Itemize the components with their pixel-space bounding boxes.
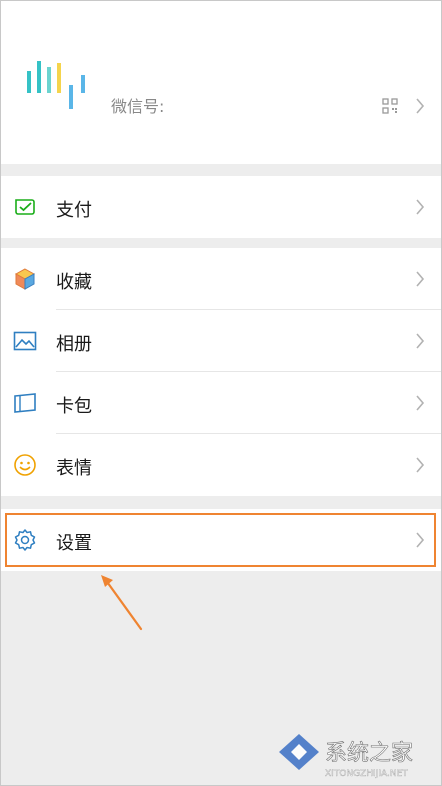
card-icon [14,393,36,413]
main-section: 收藏 相册 卡包 表情 [1,248,441,496]
photo-icon [13,331,37,351]
profile-header[interactable]: 微信号: [1,1,441,164]
chevron-right-icon [415,456,425,478]
annotation-arrow [101,575,143,631]
chevron-right-icon [415,332,425,354]
menu-item-pay[interactable]: 支付 [1,176,441,238]
site-watermark: 系统之家 XITONGZHIJIA.NET [279,734,413,779]
menu-item-label: 收藏 [56,272,92,293]
qr-code-icon[interactable] [382,98,398,114]
menu-item-label: 卡包 [56,396,92,417]
chevron-right-icon [415,270,425,292]
pay-section: 支付 [1,176,441,238]
watermark-cn: 系统之家 [325,741,413,766]
chevron-right-icon [415,198,425,220]
wechat-id-label: 微信号: [111,97,165,116]
menu-item-stickers[interactable]: 表情 [1,434,441,496]
chevron-right-icon [415,97,425,119]
cube-icon [14,268,36,290]
settings-highlight-box [5,513,436,567]
menu-item-label: 相册 [56,334,92,355]
watermark-en: XITONGZHIJIA.NET [325,769,408,779]
menu-item-album[interactable]: 相册 [1,310,441,372]
avatar[interactable] [25,59,89,111]
smiley-icon [14,454,36,476]
wallet-check-icon [15,199,35,215]
chevron-right-icon [415,394,425,416]
menu-item-label: 支付 [56,200,92,221]
menu-item-favorites[interactable]: 收藏 [1,248,441,310]
menu-item-cards[interactable]: 卡包 [1,372,441,434]
menu-item-label: 表情 [56,458,92,479]
